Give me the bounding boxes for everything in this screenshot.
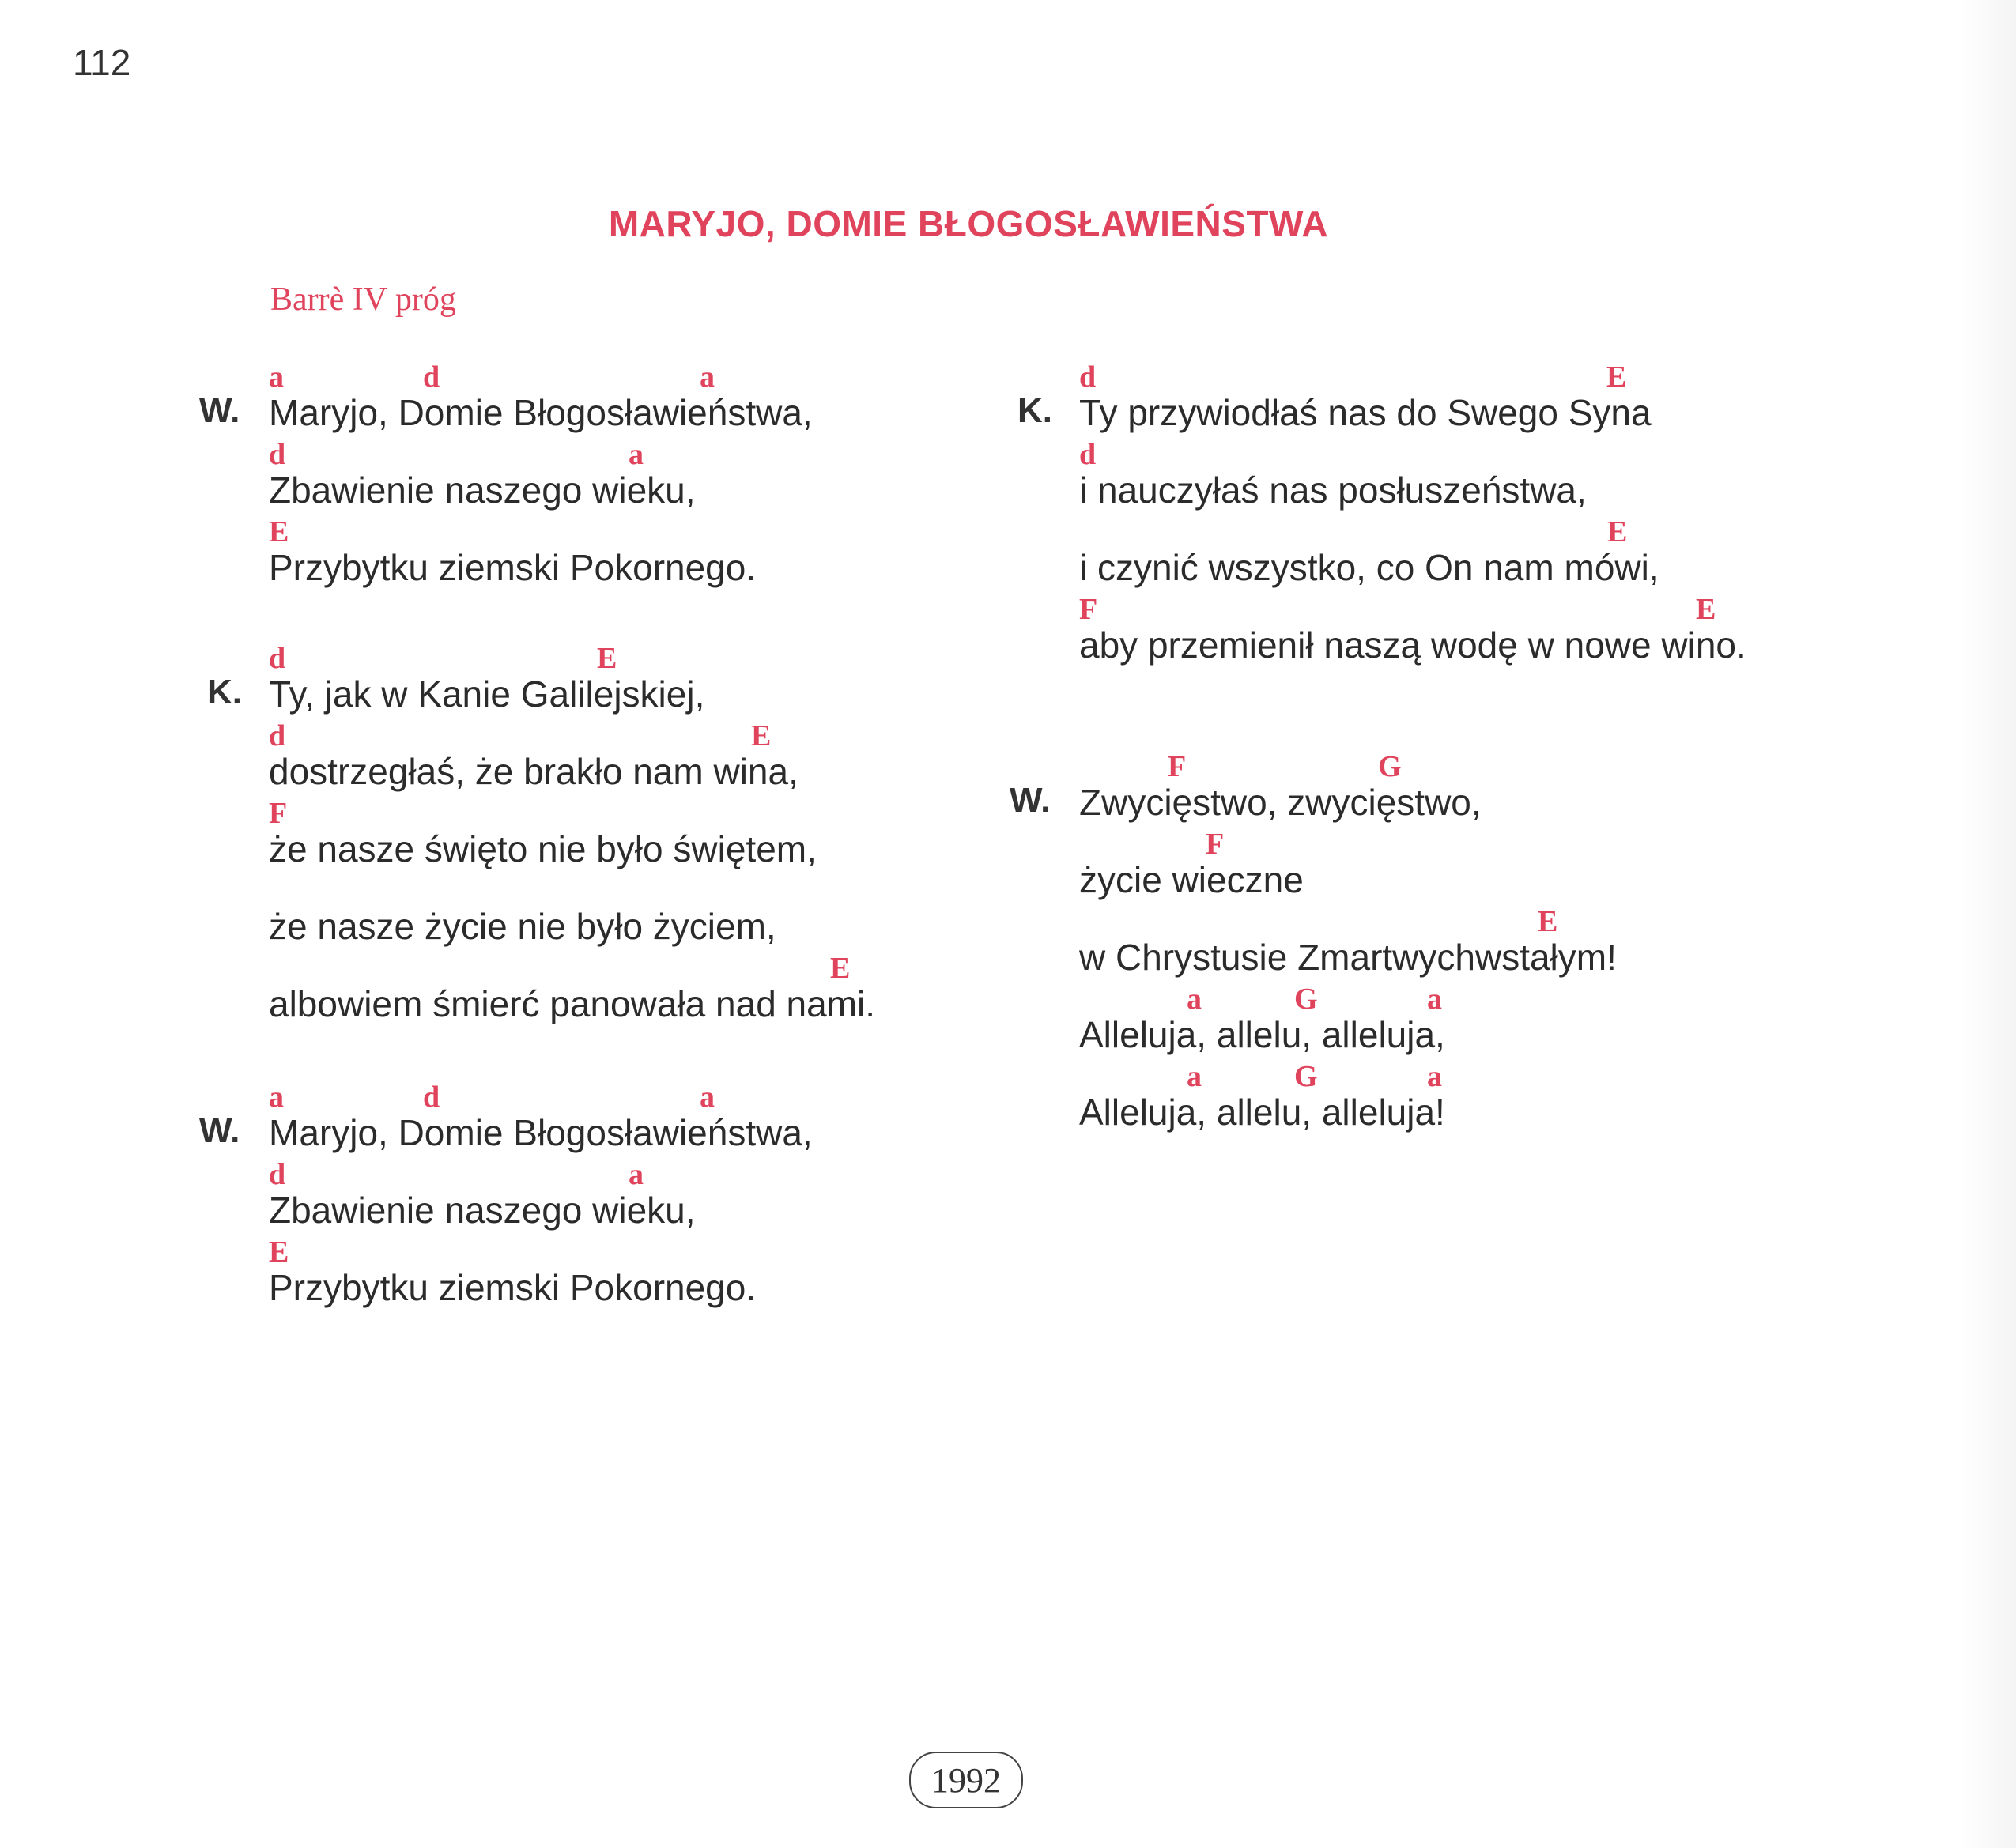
capo-note: Barrè IV próg bbox=[270, 281, 456, 318]
verse-label: K. bbox=[1017, 391, 1052, 430]
lyric-text: Ty przywiodłaś nas do Swego Syna bbox=[1079, 392, 1652, 433]
chord-symbol: a bbox=[1427, 982, 1442, 1016]
chord-symbol: a bbox=[1427, 1060, 1442, 1093]
lyric-text: Alleluja, allelu, alleluja! bbox=[1079, 1092, 1445, 1133]
chord-symbol: d bbox=[269, 642, 286, 675]
chord-symbol: d bbox=[1079, 438, 1097, 471]
chord-symbol: G bbox=[1294, 1060, 1318, 1093]
chord-symbol: a bbox=[1187, 1060, 1202, 1093]
chord-symbol: G bbox=[1378, 750, 1402, 783]
chord-symbol: d bbox=[269, 1158, 286, 1191]
page-number: 112 bbox=[73, 42, 131, 83]
lyric-text: Przybytku ziemski Pokornego. bbox=[269, 547, 757, 588]
lyric-text: w Chrystusie Zmartwychwstałym! bbox=[1079, 937, 1617, 978]
chord-symbol: a bbox=[1187, 982, 1202, 1016]
lyric-text: aby przemienił naszą wodę w nowe wino. bbox=[1079, 624, 1746, 666]
chord-symbol: F bbox=[1079, 593, 1098, 626]
verse-label: W. bbox=[1010, 781, 1051, 820]
chord-symbol: a bbox=[700, 360, 715, 394]
chord-symbol: E bbox=[269, 1235, 289, 1269]
lyric-text: że nasze święto nie było świętem, bbox=[269, 828, 817, 869]
chord-symbol: d bbox=[269, 719, 286, 752]
chord-symbol: G bbox=[1294, 982, 1318, 1016]
chord-symbol: d bbox=[423, 1081, 440, 1114]
chord-symbol: E bbox=[597, 642, 617, 675]
chord-symbol: E bbox=[1607, 515, 1628, 549]
lyric-text: Zwycięstwo, zwycięstwo, bbox=[1079, 782, 1482, 823]
page-edge-shadow bbox=[1961, 0, 2016, 1848]
lyric-text: życie wieczne bbox=[1079, 859, 1304, 900]
year-stamp: 1992 bbox=[909, 1752, 1023, 1808]
chord-symbol: F bbox=[1206, 828, 1225, 861]
chord-symbol: E bbox=[1696, 593, 1716, 626]
chord-symbol: d bbox=[269, 438, 286, 471]
lyric-text: dostrzegłaś, że brakło nam wina, bbox=[269, 751, 798, 792]
verse-label: W. bbox=[199, 1111, 240, 1150]
chord-symbol: E bbox=[830, 952, 851, 985]
lyric-text: Przybytku ziemski Pokornego. bbox=[269, 1267, 757, 1308]
lyric-text: i czynić wszystko, co On nam mówi, bbox=[1079, 547, 1659, 588]
lyric-text: Alleluja, allelu, alleluja, bbox=[1079, 1014, 1445, 1055]
chord-symbol: F bbox=[269, 797, 288, 830]
chord-symbol: F bbox=[1168, 750, 1187, 783]
lyric-text: Maryjo, Domie Błogosławieństwa, bbox=[269, 392, 813, 433]
lyric-text: i nauczyłaś nas posłuszeństwa, bbox=[1079, 470, 1587, 511]
chord-symbol: a bbox=[269, 360, 284, 394]
chord-symbol: a bbox=[269, 1081, 284, 1114]
chord-symbol: E bbox=[1538, 905, 1558, 938]
song-title: MARYJO, DOMIE BŁOGOSŁAWIEŃSTWA bbox=[608, 203, 1329, 244]
chord-symbol: a bbox=[629, 1158, 644, 1191]
chord-symbol: a bbox=[700, 1081, 715, 1114]
chord-symbol: E bbox=[1606, 360, 1627, 394]
verse-label: K. bbox=[207, 673, 242, 711]
chord-symbol: d bbox=[423, 360, 440, 394]
lyric-text: Zbawienie naszego wieku, bbox=[269, 470, 696, 511]
lyric-text: Zbawienie naszego wieku, bbox=[269, 1190, 696, 1231]
chord-symbol: a bbox=[629, 438, 644, 471]
chord-symbol: E bbox=[751, 719, 772, 752]
lyric-text: Maryjo, Domie Błogosławieństwa, bbox=[269, 1112, 813, 1153]
chord-symbol: E bbox=[269, 515, 289, 549]
lyric-text: albowiem śmierć panowała nad nami. bbox=[269, 983, 876, 1024]
chord-symbol: d bbox=[1079, 360, 1097, 394]
lyric-text: że nasze życie nie było życiem, bbox=[269, 906, 776, 947]
verse-label: W. bbox=[199, 391, 240, 430]
lyric-text: Ty, jak w Kanie Galilejskiej, bbox=[269, 673, 705, 715]
